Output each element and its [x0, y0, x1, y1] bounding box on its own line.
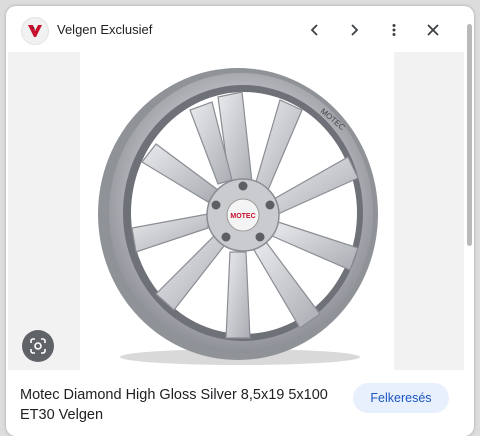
image-canvas: MOTEC MOTEC: [80, 52, 394, 370]
image-preview[interactable]: MOTEC MOTEC: [8, 52, 464, 370]
google-lens-icon: [30, 338, 46, 354]
more-options-button[interactable]: [380, 16, 408, 44]
site-logo[interactable]: [21, 17, 49, 45]
previous-button[interactable]: [301, 16, 329, 44]
motec-logo: MOTEC: [230, 213, 255, 220]
close-icon: [427, 24, 439, 36]
google-lens-button[interactable]: [22, 330, 54, 362]
alloy-wheel-image: MOTEC MOTEC: [98, 68, 378, 365]
image-preview-panel: Velgen Exclusief MOTEC MOTEC Motec Diamo…: [6, 6, 474, 436]
chevron-left-icon: [310, 24, 318, 36]
chevron-right-icon: [351, 24, 359, 36]
scrollbar-thumb[interactable]: [467, 24, 472, 246]
image-title[interactable]: Motec Diamond High Gloss Silver 8,5x19 5…: [20, 385, 340, 425]
next-button[interactable]: [340, 16, 368, 44]
site-name[interactable]: Velgen Exclusief: [57, 22, 152, 37]
more-vert-icon: [392, 24, 396, 36]
preview-header: Velgen Exclusief: [6, 6, 474, 54]
search-button[interactable]: Felkeresés: [353, 383, 449, 413]
velgen-exclusief-logo-icon: [28, 25, 42, 37]
close-button[interactable]: [419, 16, 447, 44]
